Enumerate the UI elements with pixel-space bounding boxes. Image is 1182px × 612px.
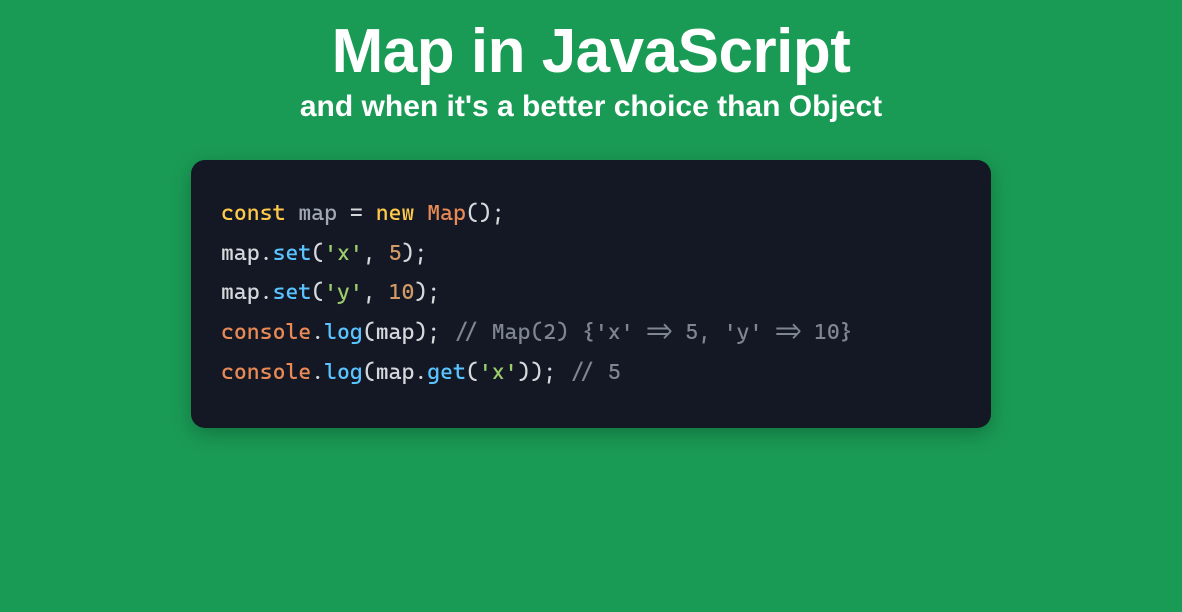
code-token: 10 — [389, 280, 415, 305]
code-token: ( — [363, 320, 376, 345]
code-token: // Map(2) {'x' => 5, 'y' => 10} — [453, 320, 853, 345]
code-token: , — [363, 280, 389, 305]
code-token: ( — [466, 360, 479, 385]
code-token: new — [376, 201, 428, 226]
code-token: console — [221, 320, 311, 345]
code-token: 5 — [389, 241, 402, 266]
code-line: console.log(map.get('x')); // 5 — [221, 353, 961, 393]
code-token: set — [273, 280, 312, 305]
code-token: ); — [401, 241, 427, 266]
code-token: (); — [466, 201, 505, 226]
code-token: map — [221, 241, 260, 266]
code-token: . — [260, 280, 273, 305]
code-token: Map — [427, 201, 466, 226]
code-token: 'y' — [324, 280, 363, 305]
code-line: console.log(map); // Map(2) {'x' => 5, '… — [221, 313, 961, 353]
code-token: log — [324, 320, 363, 345]
code-token: . — [311, 320, 324, 345]
code-token: ( — [363, 360, 376, 385]
code-token: . — [260, 241, 273, 266]
code-token: ); — [414, 280, 440, 305]
code-token: ( — [311, 280, 324, 305]
code-token: map — [221, 280, 260, 305]
code-token: ( — [311, 241, 324, 266]
code-line: const map = new Map(); — [221, 194, 961, 234]
code-token: log — [324, 360, 363, 385]
code-token: console — [221, 360, 311, 385]
code-token: , — [363, 241, 389, 266]
code-token: // 5 — [569, 360, 621, 385]
page-title: Map in JavaScript — [332, 18, 851, 86]
code-token: set — [273, 241, 312, 266]
code-token: . — [311, 360, 324, 385]
code-token: const — [221, 201, 298, 226]
code-token: = — [337, 201, 376, 226]
code-token: . — [414, 360, 427, 385]
code-line: map.set('x', 5); — [221, 234, 961, 274]
code-token: ); — [414, 320, 453, 345]
code-token: map — [376, 320, 415, 345]
code-token: 'x' — [479, 360, 518, 385]
code-token: get — [427, 360, 466, 385]
code-block: const map = new Map();map.set('x', 5);ma… — [191, 160, 991, 428]
code-token: map — [376, 360, 415, 385]
code-token: 'x' — [324, 241, 363, 266]
code-token: map — [298, 201, 337, 226]
code-token: )); — [517, 360, 569, 385]
page-subtitle: and when it's a better choice than Objec… — [300, 90, 882, 124]
code-line: map.set('y', 10); — [221, 273, 961, 313]
